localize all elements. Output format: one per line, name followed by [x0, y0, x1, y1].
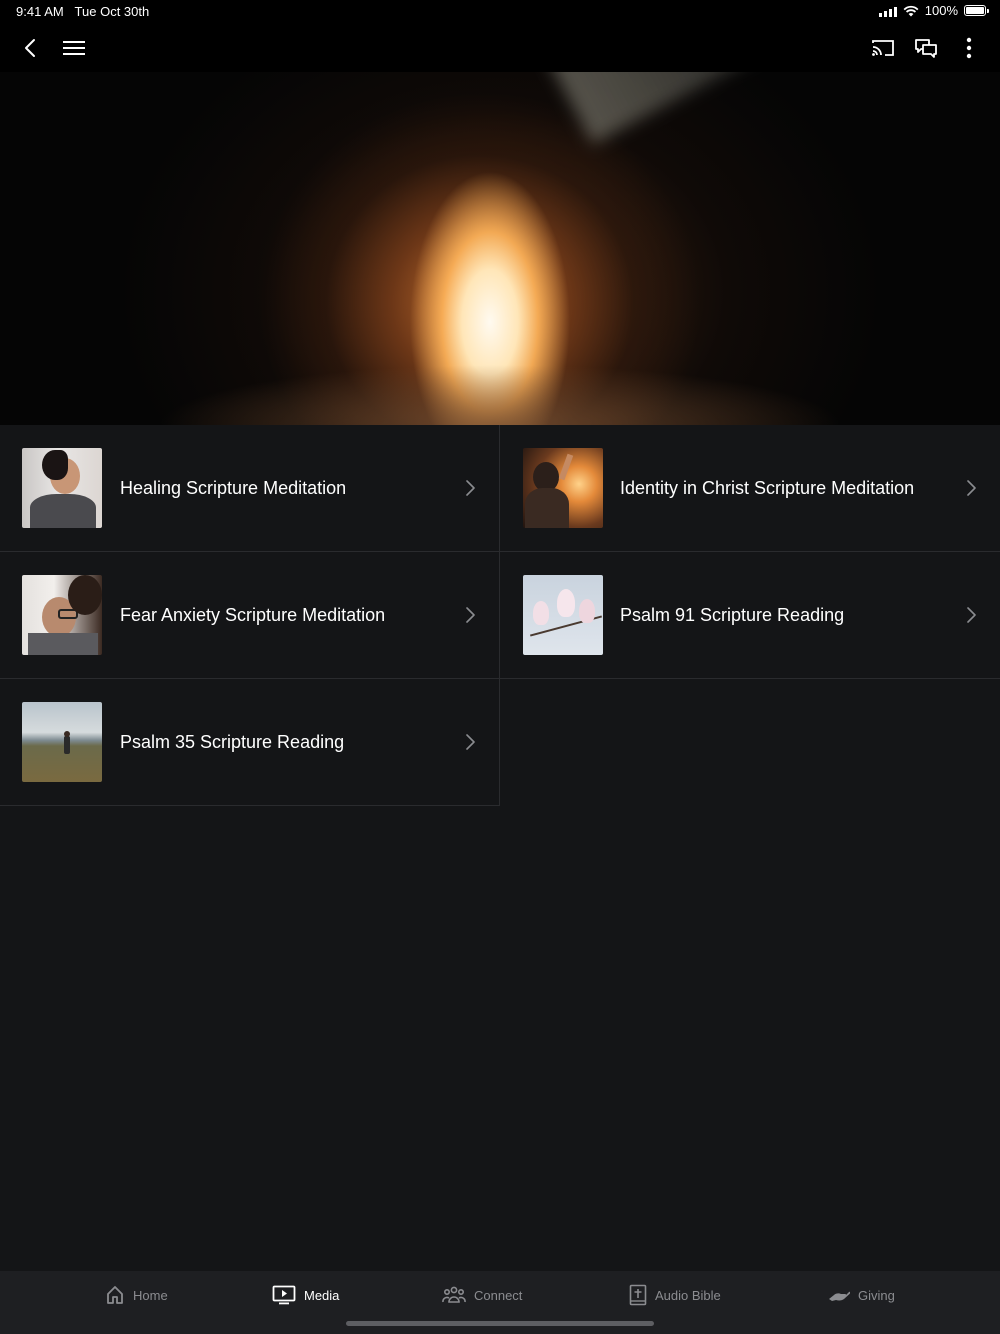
- chevron-right-icon: [967, 607, 976, 623]
- list-item[interactable]: Fear Anxiety Scripture Meditation: [0, 552, 500, 679]
- item-title: Psalm 35 Scripture Reading: [120, 732, 345, 752]
- list-item[interactable]: Healing Scripture Meditation: [0, 425, 500, 552]
- more-options-button[interactable]: [947, 24, 991, 72]
- tab-label: Home: [133, 1287, 168, 1303]
- wifi-icon: [903, 5, 919, 16]
- giving-hand-icon: [829, 1291, 850, 1301]
- top-navigation-bar: [0, 24, 1000, 72]
- cast-button[interactable]: [861, 24, 905, 72]
- list-item[interactable]: Identity in Christ Scripture Meditation: [500, 425, 1000, 552]
- media-tv-icon: [272, 1285, 296, 1305]
- menu-button[interactable]: [52, 24, 96, 72]
- item-title: Psalm 91 Scripture Reading: [620, 605, 845, 625]
- hamburger-menu-icon: [63, 41, 85, 55]
- thumbnail-woman-sunset: [523, 448, 603, 528]
- list-item[interactable]: Psalm 91 Scripture Reading: [500, 552, 1000, 679]
- cave-floor: [150, 355, 850, 425]
- home-indicator[interactable]: [346, 1321, 654, 1326]
- tab-label: Connect: [474, 1287, 523, 1303]
- chat-button[interactable]: [904, 24, 948, 72]
- light-ray: [527, 72, 964, 144]
- thumbnail-woman-profile: [22, 448, 102, 528]
- cast-icon: [872, 40, 894, 56]
- more-vertical-icon: [966, 37, 972, 59]
- tab-home[interactable]: Home: [105, 1283, 168, 1307]
- back-button[interactable]: [8, 24, 52, 72]
- tab-giving[interactable]: Giving: [828, 1283, 895, 1307]
- signal-icon: [878, 5, 897, 17]
- tab-audio-bible[interactable]: Audio Bible: [629, 1283, 721, 1307]
- tab-label: Audio Bible: [655, 1287, 721, 1303]
- item-title: Fear Anxiety Scripture Meditation: [120, 605, 386, 625]
- status-date: Tue Oct 30th: [74, 4, 150, 19]
- home-icon: [107, 1286, 123, 1304]
- list-item[interactable]: Psalm 35 Scripture Reading: [0, 679, 500, 806]
- tab-label: Giving: [858, 1287, 895, 1303]
- thumbnail-person-field: [22, 702, 102, 782]
- chevron-right-icon: [466, 480, 475, 496]
- tab-media[interactable]: Media: [272, 1283, 339, 1307]
- thumbnail-couple-embrace: [22, 575, 102, 655]
- chevron-right-icon: [466, 734, 475, 750]
- status-right: 100%: [878, 3, 989, 18]
- item-title: Healing Scripture Meditation: [120, 478, 347, 498]
- battery-percent: 100%: [924, 3, 958, 18]
- status-time: 9:41 AM Tue Oct 30th: [16, 4, 150, 19]
- battery-icon: [964, 5, 989, 16]
- hero-image: [0, 72, 1000, 425]
- people-group-icon: [442, 1286, 466, 1303]
- chevron-right-icon: [967, 480, 976, 496]
- item-title: Identity in Christ Scripture Meditation: [620, 478, 915, 498]
- bible-icon: [629, 1284, 647, 1306]
- chevron-right-icon: [466, 607, 475, 623]
- tab-label: Media: [304, 1287, 340, 1303]
- thumbnail-magnolia-blossoms: [523, 575, 603, 655]
- tab-connect[interactable]: Connect: [442, 1283, 522, 1307]
- chat-bubbles-icon: [915, 39, 937, 58]
- status-bar: 9:41 AM Tue Oct 30th 100%: [0, 0, 1000, 24]
- chevron-left-icon: [25, 39, 35, 57]
